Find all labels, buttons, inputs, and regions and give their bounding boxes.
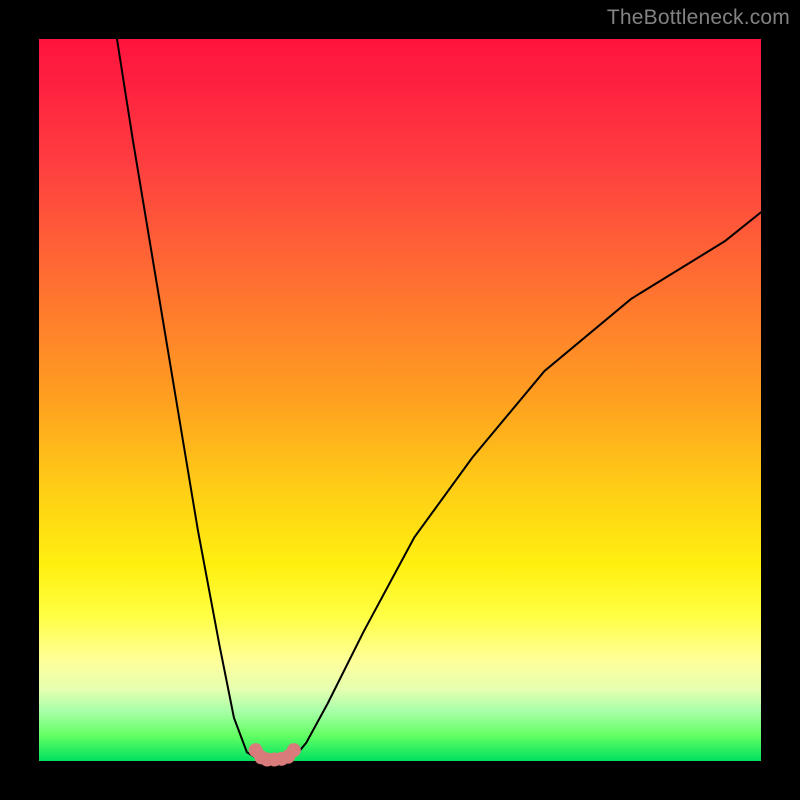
plot-area (39, 39, 761, 761)
watermark-text: TheBottleneck.com (607, 6, 790, 30)
bottleneck-curve (117, 39, 761, 760)
curve-layer (117, 39, 761, 760)
chart-svg (39, 39, 761, 761)
valley-marker (287, 743, 301, 757)
chart-frame: TheBottleneck.com (0, 0, 800, 800)
marker-layer (249, 743, 301, 766)
